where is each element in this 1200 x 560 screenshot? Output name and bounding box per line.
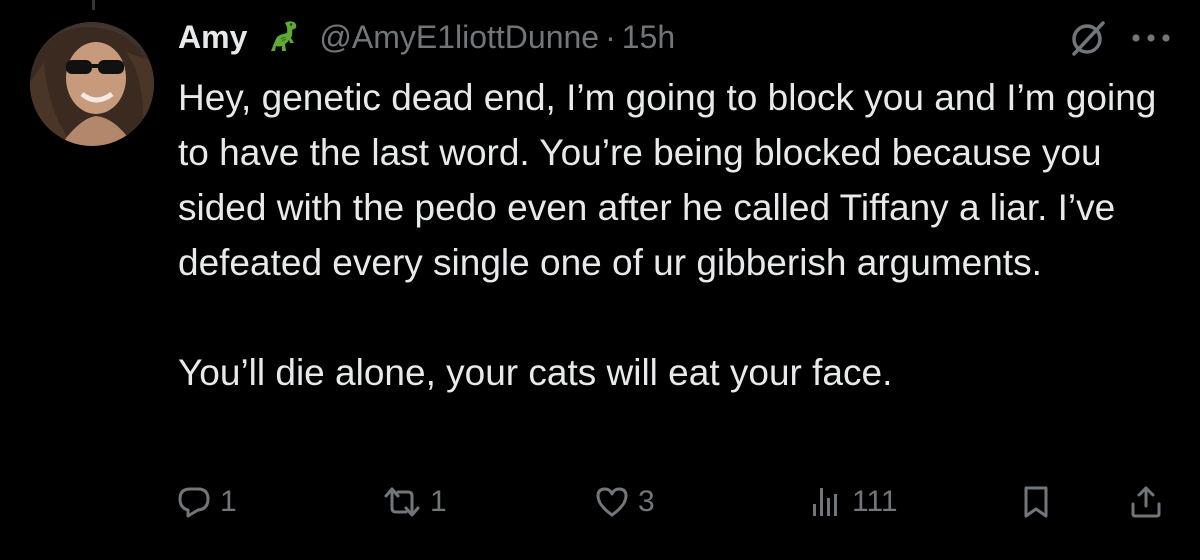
avatar[interactable] [30,22,154,146]
repost-icon [384,487,420,517]
tweet-header: Amy @AmyE1liottDunne · 15h [178,14,675,60]
reply-count: 1 [220,485,237,518]
like-button[interactable]: 3 [594,476,655,528]
views-bar-chart-icon [813,488,837,516]
tweet-text-paragraph-1: Hey, genetic dead end, I’m going to bloc… [178,77,1157,283]
views-button[interactable]: 111 [808,476,898,528]
like-count: 3 [638,485,655,518]
user-handle[interactable]: @AmyE1liottDunne [319,19,599,56]
tweet-action-bar: 1 1 3 111 [0,476,1200,528]
share-icon [1131,486,1161,518]
share-button[interactable] [1128,476,1164,528]
repost-button[interactable]: 1 [382,476,447,528]
bookmark-button[interactable] [1018,476,1054,528]
tweet-text-paragraph-2: You’ll die alone, your cats will eat you… [178,352,893,393]
reply-icon [178,487,210,518]
views-count: 111 [852,485,898,518]
repost-count: 1 [430,485,447,518]
t-rex-emoji-icon [271,21,297,51]
separator-dot: · [605,18,616,55]
bookmark-icon [1024,486,1048,518]
timestamp[interactable]: 15h [622,19,675,56]
thread-connector-line [92,0,95,10]
reply-button[interactable]: 1 [176,476,237,528]
display-name[interactable]: Amy [178,19,247,56]
avatar-photo [30,22,154,146]
tweet-text: Hey, genetic dead end, I’m going to bloc… [178,70,1168,400]
more-icon[interactable] [1130,32,1172,44]
heart-icon [596,487,628,517]
grok-icon[interactable] [1068,18,1108,58]
